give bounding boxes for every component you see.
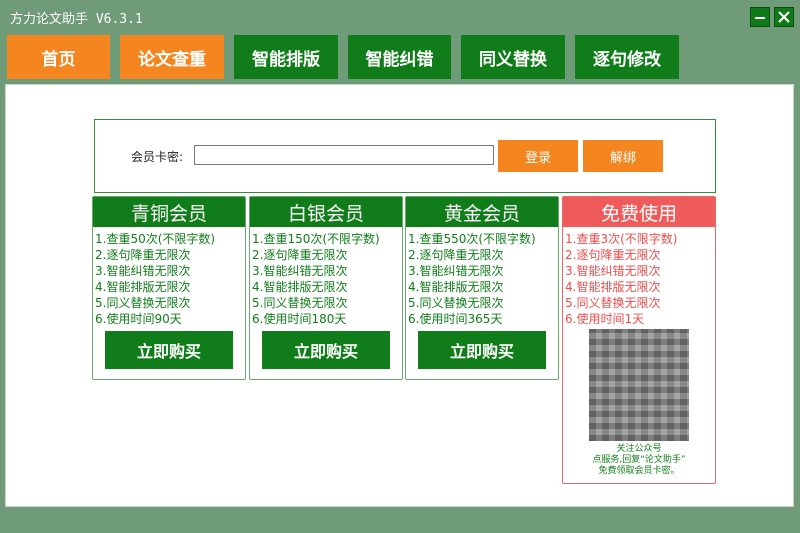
feature-item: 5.同义替换无限次 (252, 296, 348, 310)
feature-list: 1.查重50次(不限字数) 2.逐句降重无限次 3.智能纠错无限次 4.智能排版… (93, 227, 245, 327)
feature-item: 4.智能排版无限次 (252, 280, 348, 294)
minimize-button[interactable] (750, 7, 770, 27)
main-nav: 首页 论文查重 智能排版 智能纠错 同义替换 逐句修改 (0, 35, 800, 79)
login-panel: 会员卡密: 登录 解绑 (94, 119, 716, 193)
promo-line: 关注公众号 (616, 444, 662, 454)
promo-line: 点服务,回复“论文助手” (592, 455, 686, 465)
buy-now-button[interactable]: 立即购买 (105, 331, 233, 369)
feature-item: 6.使用时间1天 (565, 312, 645, 326)
main-panel: 会员卡密: 登录 解绑 青铜会员 1.查重50次(不限字数) 2.逐句降重无限次… (5, 84, 794, 507)
feature-item: 2.逐句降重无限次 (95, 248, 191, 262)
feature-item: 3.智能纠错无限次 (565, 264, 661, 278)
feature-item: 2.逐句降重无限次 (565, 248, 661, 262)
plan-title: 黄金会员 (406, 197, 558, 227)
feature-item: 5.同义替换无限次 (95, 296, 191, 310)
plan-title: 青铜会员 (93, 197, 245, 227)
tab-sentence-rewrite[interactable]: 逐句修改 (575, 35, 679, 79)
plan-title: 免费使用 (563, 197, 715, 227)
login-button[interactable]: 登录 (498, 140, 578, 172)
plan-title: 白银会员 (250, 197, 402, 227)
feature-item: 5.同义替换无限次 (565, 296, 661, 310)
feature-item: 6.使用时间180天 (252, 312, 347, 326)
plan-card-bronze: 青铜会员 1.查重50次(不限字数) 2.逐句降重无限次 3.智能纠错无限次 4… (92, 196, 246, 380)
feature-item: 3.智能纠错无限次 (252, 264, 348, 278)
buy-now-button[interactable]: 立即购买 (262, 331, 390, 369)
feature-item: 6.使用时间365天 (408, 312, 503, 326)
feature-list: 1.查重150次(不限字数) 2.逐句降重无限次 3.智能纠错无限次 4.智能排… (250, 227, 402, 327)
feature-item: 3.智能纠错无限次 (408, 264, 504, 278)
feature-item: 1.查重150次(不限字数) (252, 232, 380, 246)
feature-item: 1.查重550次(不限字数) (408, 232, 536, 246)
buy-now-button[interactable]: 立即购买 (418, 331, 546, 369)
tab-home[interactable]: 首页 (7, 35, 110, 79)
feature-item: 4.智能排版无限次 (95, 280, 191, 294)
minimize-icon (755, 17, 765, 19)
feature-item: 2.逐句降重无限次 (408, 248, 504, 262)
card-key-input[interactable] (194, 145, 494, 165)
close-button[interactable] (774, 7, 794, 27)
feature-item: 2.逐句降重无限次 (252, 248, 348, 262)
tab-synonym-replace[interactable]: 同义替换 (461, 35, 565, 79)
plan-card-free: 免费使用 1.查重3次(不限字数) 2.逐句降重无限次 3.智能纠错无限次 4.… (562, 196, 716, 484)
close-icon (778, 11, 790, 23)
title-bar: 方力论文助手 V6.3.1 (0, 0, 800, 34)
feature-item: 1.查重3次(不限字数) (565, 232, 678, 246)
feature-item: 4.智能排版无限次 (408, 280, 504, 294)
qr-code-image (589, 329, 689, 441)
promo-line: 免费领取会员卡密。 (598, 466, 680, 476)
plan-card-gold: 黄金会员 1.查重550次(不限字数) 2.逐句降重无限次 3.智能纠错无限次 … (405, 196, 559, 380)
promo-text: 关注公众号 点服务,回复“论文助手” 免费领取会员卡密。 (563, 444, 715, 477)
feature-list: 1.查重550次(不限字数) 2.逐句降重无限次 3.智能纠错无限次 4.智能排… (406, 227, 558, 327)
tab-plagiarism-check[interactable]: 论文查重 (120, 35, 224, 79)
tab-smart-format[interactable]: 智能排版 (234, 35, 338, 79)
plan-card-silver: 白银会员 1.查重150次(不限字数) 2.逐句降重无限次 3.智能纠错无限次 … (249, 196, 403, 380)
tab-smart-correct[interactable]: 智能纠错 (348, 35, 451, 79)
app-title: 方力论文助手 V6.3.1 (10, 12, 143, 27)
unbind-button[interactable]: 解绑 (583, 140, 663, 172)
feature-item: 3.智能纠错无限次 (95, 264, 191, 278)
feature-item: 6.使用时间90天 (95, 312, 182, 326)
feature-list: 1.查重3次(不限字数) 2.逐句降重无限次 3.智能纠错无限次 4.智能排版无… (563, 227, 715, 327)
card-key-label: 会员卡密: (131, 150, 184, 164)
feature-item: 1.查重50次(不限字数) (95, 232, 216, 246)
feature-item: 4.智能排版无限次 (565, 280, 661, 294)
feature-item: 5.同义替换无限次 (408, 296, 504, 310)
